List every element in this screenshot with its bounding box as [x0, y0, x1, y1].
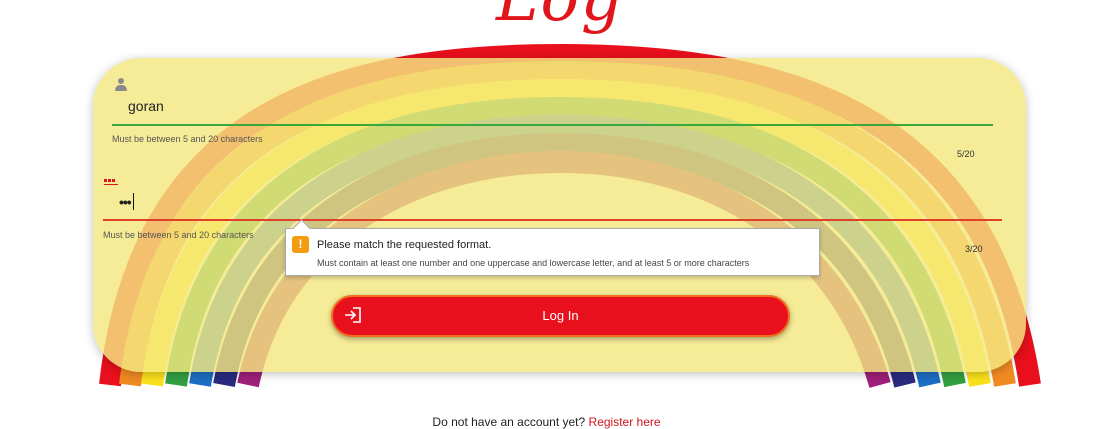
login-card: goran Must be between 5 and 20 character…: [93, 58, 1026, 372]
text-caret: [133, 193, 134, 210]
register-link[interactable]: Register here: [589, 415, 661, 429]
username-input[interactable]: goran: [128, 98, 164, 114]
login-button-label: Log In: [542, 308, 579, 323]
login-button[interactable]: Log In: [331, 295, 790, 337]
register-prompt: Do not have an account yet? Register her…: [0, 415, 1093, 429]
tooltip-message: Must contain at least one number and one…: [317, 258, 750, 268]
tooltip-title: Please match the requested format.: [317, 239, 492, 251]
validation-tooltip: ! Please match the requested format. Mus…: [285, 219, 820, 276]
user-icon: [115, 78, 127, 92]
warning-icon: !: [292, 236, 309, 253]
password-hint: Must be between 5 and 20 characters: [103, 230, 254, 240]
password-icon: [104, 179, 118, 185]
username-hint: Must be between 5 and 20 characters: [112, 134, 263, 144]
password-input[interactable]: •••: [119, 194, 132, 210]
username-counter: 5/20: [957, 149, 975, 159]
register-prompt-text: Do not have an account yet?: [432, 415, 589, 429]
username-underline: [112, 124, 993, 126]
password-underline: [103, 219, 1002, 221]
password-counter: 3/20: [965, 244, 983, 254]
